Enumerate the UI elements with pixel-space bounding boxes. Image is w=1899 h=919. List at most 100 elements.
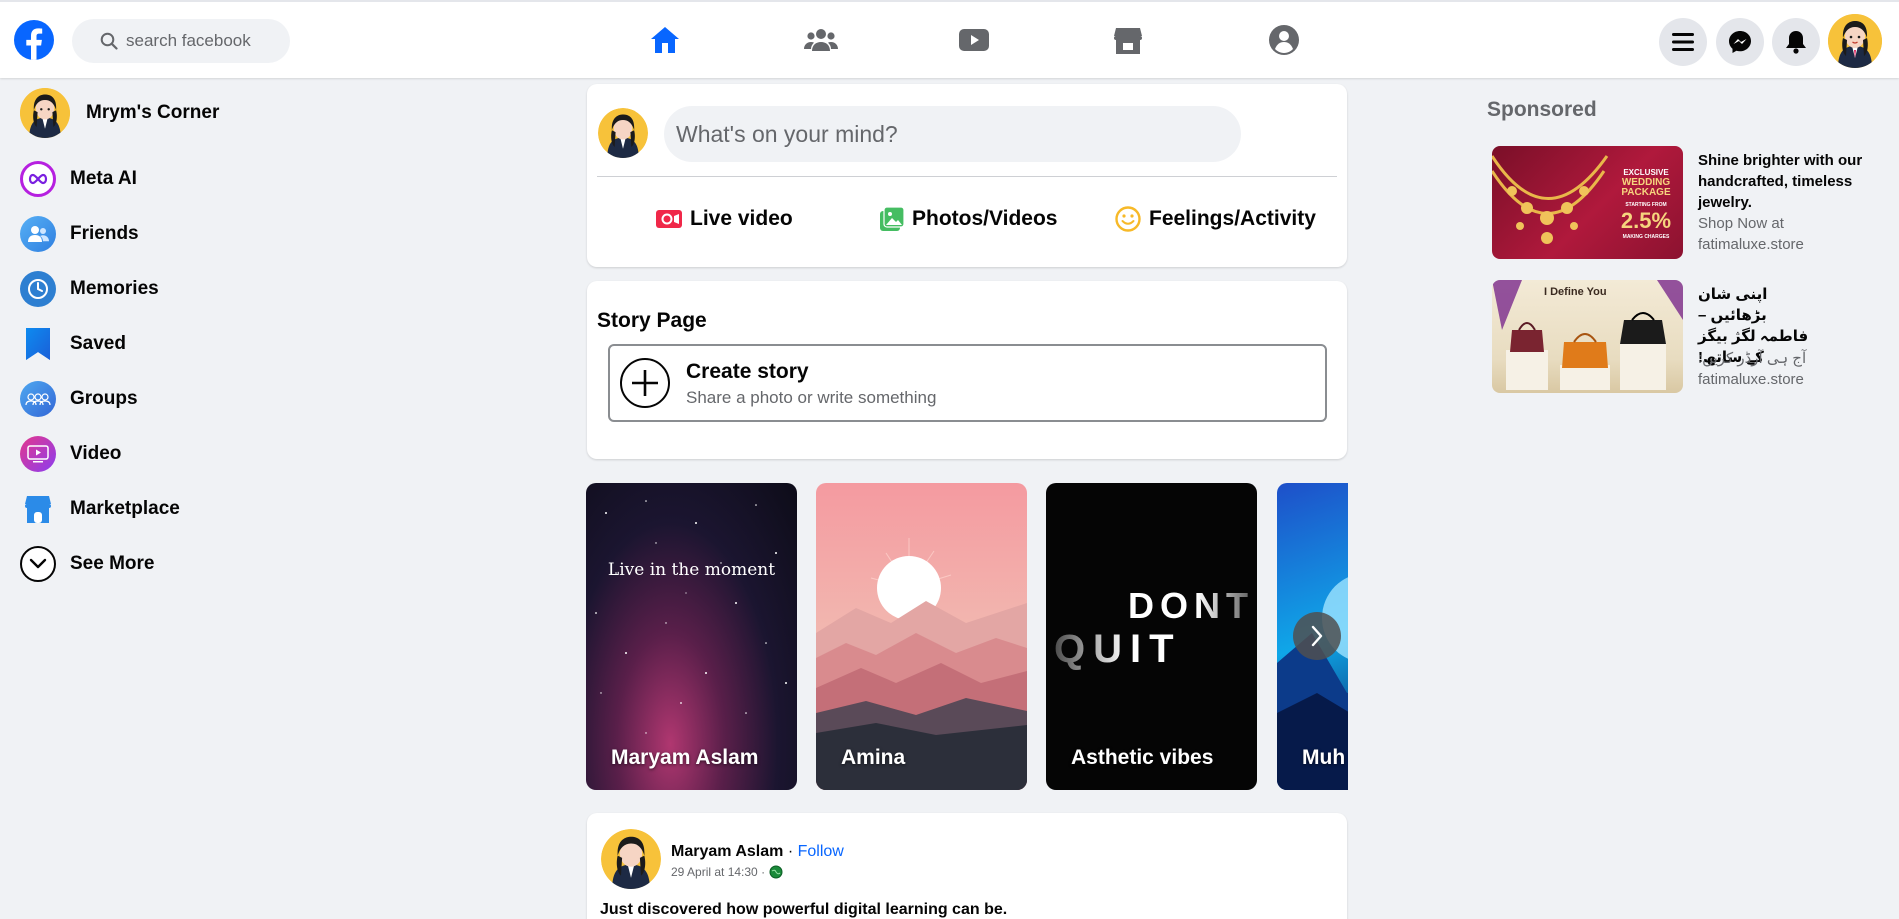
story-card[interactable]: Live in the moment Maryam Aslam	[586, 483, 797, 790]
starfield-image	[595, 500, 787, 734]
sidebar-item-label: Memories	[70, 278, 159, 299]
story-card[interactable]: Amina	[816, 483, 1027, 790]
avatar-illustration	[1828, 14, 1882, 68]
post-composer: What's on your mind? Live video Photos/V…	[587, 84, 1347, 267]
story-author-name: Amina	[841, 746, 906, 769]
separator-dot: ·	[787, 843, 794, 860]
top-navigation-bar	[0, 0, 1899, 78]
sidebar-item-marketplace[interactable]: Marketplace	[20, 484, 340, 534]
sidebar-item-see-more[interactable]: See More	[20, 539, 340, 589]
live-video-icon	[656, 210, 682, 228]
sidebar-item-meta-ai[interactable]: Meta AI	[20, 154, 340, 204]
ad-thumb-line: PACKAGE	[1621, 187, 1671, 198]
search-input[interactable]	[126, 31, 286, 51]
avatar-illustration	[20, 88, 70, 138]
feeling-icon	[1115, 206, 1141, 232]
sidebar-item-label: Marketplace	[70, 498, 180, 519]
nav-video-tab[interactable]	[944, 16, 1004, 64]
photos-videos-label: Photos/Videos	[912, 207, 1058, 230]
facebook-f-icon	[26, 28, 43, 60]
avatar[interactable]	[601, 829, 661, 889]
ad-bags-image: I Define You	[1492, 280, 1683, 393]
avatar	[20, 88, 70, 138]
friends-icon	[804, 29, 838, 51]
search-box[interactable]	[72, 19, 290, 63]
ad-domain: fatimaluxe.store	[1698, 236, 1804, 253]
sidebar-item-label: Meta AI	[70, 168, 137, 189]
messenger-icon	[1729, 31, 1751, 53]
sidebar-item-label: See More	[70, 553, 155, 574]
story-author-name: Muh	[1302, 746, 1346, 769]
create-story-button[interactable]: Create story Share a photo or write some…	[608, 344, 1327, 422]
story-page-card: Story Page Create story Share a photo or…	[587, 281, 1347, 459]
bell-icon	[1786, 31, 1806, 54]
ad-cta: Shop Now at	[1698, 215, 1784, 232]
photos-videos-button[interactable]: Photos/Videos	[880, 202, 1057, 236]
marketplace-icon	[20, 491, 56, 527]
story-card[interactable]: DONT QUIT Asthetic vibes	[1046, 483, 1257, 790]
notifications-button[interactable]	[1772, 18, 1820, 66]
follow-button[interactable]: Follow	[798, 843, 844, 860]
chevron-down-icon	[20, 546, 56, 582]
sidebar-item-saved[interactable]: Saved	[20, 319, 340, 369]
story-text: Live in the moment	[607, 560, 776, 580]
sidebar-item-video[interactable]: Video	[20, 429, 340, 479]
video-icon	[959, 29, 989, 51]
menu-button[interactable]	[1659, 18, 1707, 66]
story-overlay	[1046, 583, 1126, 693]
create-story-subtitle: Share a photo or write something	[686, 388, 937, 407]
feelings-activity-button[interactable]: Feelings/Activity	[1115, 202, 1316, 236]
nav-marketplace-tab[interactable]	[1098, 16, 1158, 64]
marketplace-icon	[1114, 28, 1142, 54]
ad-domain: fatimaluxe.store	[1698, 371, 1804, 388]
search-icon	[100, 32, 118, 50]
feelings-activity-label: Feelings/Activity	[1149, 207, 1316, 230]
photo-icon	[880, 207, 904, 231]
post-author-name[interactable]: Maryam Aslam	[671, 843, 783, 860]
story-overlay	[1197, 573, 1257, 633]
composer-divider	[597, 176, 1337, 177]
nav-profile-tab[interactable]	[1254, 16, 1314, 64]
chevron-right-icon	[1311, 625, 1323, 647]
post-header: Maryam Aslam · Follow	[671, 843, 844, 861]
profile-icon	[1269, 25, 1299, 55]
ad-thumb-line: I Define You	[1544, 286, 1607, 298]
live-video-button[interactable]: Live video	[656, 202, 793, 236]
friends-icon	[20, 216, 56, 252]
whats-on-your-mind-input[interactable]: What's on your mind?	[664, 106, 1241, 162]
live-video-label: Live video	[690, 207, 793, 230]
create-story-title: Create story	[686, 360, 809, 383]
groups-icon	[20, 381, 56, 417]
post-text: Just discovered how powerful digital lea…	[600, 901, 1008, 918]
sponsored-heading: Sponsored	[1487, 98, 1597, 121]
sidebar-item-friends[interactable]: Friends	[20, 209, 340, 259]
account-avatar[interactable]	[1828, 14, 1882, 68]
facebook-logo[interactable]	[14, 20, 54, 60]
story-author-name: Asthetic vibes	[1071, 746, 1214, 769]
sidebar-item-profile[interactable]: Mrym's Corner	[20, 88, 340, 138]
ad-thumb-line: 2.5%	[1620, 208, 1672, 233]
sponsored-ad[interactable]: I Define You اپنی شان بڑھائیں – فاطمہ لگ…	[1492, 280, 1872, 398]
sidebar-item-label: Saved	[70, 333, 126, 354]
ad-jewelry-image: EXCLUSIVE WEDDING PACKAGE STARTING FROM …	[1492, 146, 1683, 259]
sidebar-item-label: Groups	[70, 388, 138, 409]
sidebar-item-label: Video	[70, 443, 122, 464]
composer-placeholder: What's on your mind?	[676, 120, 898, 147]
ad-thumb-line: MAKING CHARGES	[1622, 234, 1670, 240]
stories-next-button[interactable]	[1293, 612, 1341, 660]
stories-carousel: Live in the moment Maryam Aslam Amina DO…	[586, 483, 1348, 790]
post-meta: 29 April at 14:30 ·	[671, 865, 783, 879]
nav-home-tab[interactable]	[635, 16, 695, 64]
plus-icon	[620, 358, 670, 408]
sidebar-item-groups[interactable]: Groups	[20, 374, 340, 424]
post-timestamp[interactable]: 29 April at 14:30 ·	[671, 865, 765, 879]
sidebar-item-label: Friends	[70, 223, 139, 244]
feed-post: Maryam Aslam · Follow 29 April at 14:30 …	[587, 813, 1347, 919]
ad-headline: Shine brighter with our handcrafted, tim…	[1698, 152, 1863, 211]
meta-ai-icon	[20, 161, 56, 197]
sidebar-item-memories[interactable]: Memories	[20, 264, 340, 314]
memories-icon	[20, 271, 56, 307]
messenger-button[interactable]	[1716, 18, 1764, 66]
sponsored-ad[interactable]: EXCLUSIVE WEDDING PACKAGE STARTING FROM …	[1492, 146, 1872, 264]
nav-friends-tab[interactable]	[791, 16, 851, 64]
